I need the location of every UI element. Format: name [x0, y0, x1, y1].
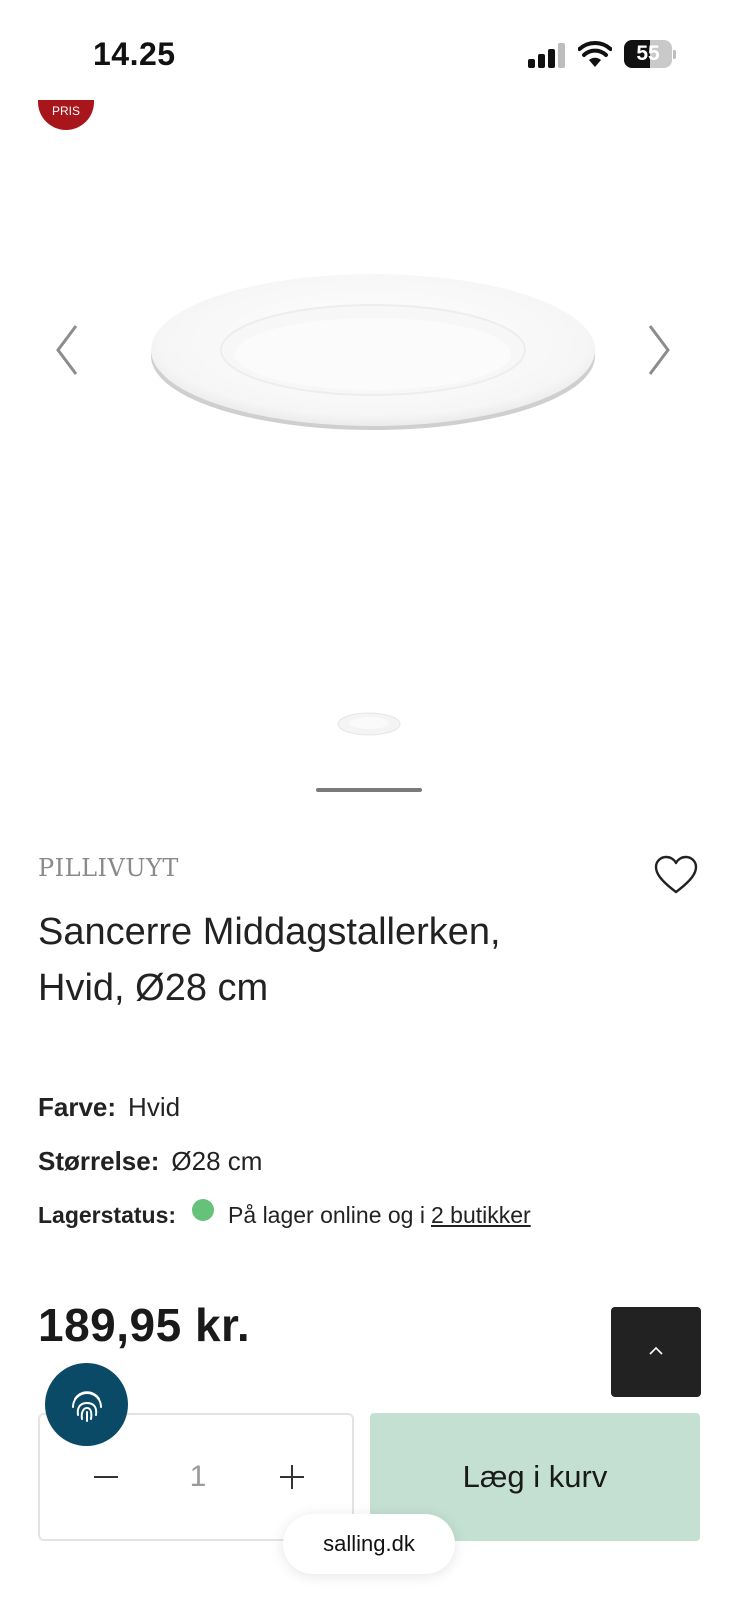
heart-icon[interactable]	[654, 855, 698, 895]
decrease-quantity-button[interactable]	[84, 1455, 128, 1499]
battery-icon: 55	[624, 40, 676, 68]
scroll-to-top-button[interactable]	[611, 1307, 701, 1397]
fingerprint-icon	[72, 1391, 102, 1422]
cellular-signal-icon	[528, 42, 566, 68]
chevron-up-icon	[649, 1346, 663, 1355]
status-time: 14.25	[93, 36, 176, 72]
wifi-icon	[578, 41, 612, 67]
spec-color-label: Farve:	[38, 1092, 117, 1122]
gallery-thumbnail[interactable]	[336, 710, 402, 738]
stock-label: Lagerstatus:	[38, 1202, 177, 1228]
increase-quantity-button[interactable]	[270, 1455, 314, 1499]
fingerprint-button[interactable]	[45, 1363, 128, 1446]
stock-text: På lager online og i	[228, 1202, 425, 1228]
price-badge-text: PRIS	[51, 104, 80, 118]
status-bar: 14.25 55	[0, 0, 738, 100]
product-price: 189,95 kr.	[38, 1299, 251, 1351]
product-title-line-1: Sancerre Middagstallerken,	[38, 911, 501, 953]
chevron-right-icon[interactable]	[638, 320, 678, 380]
product-image-gallery[interactable]	[0, 100, 738, 800]
spec-size-value: Ø28 cm	[171, 1146, 263, 1176]
product-brand[interactable]: PILLIVUYT	[38, 854, 179, 882]
product-image	[151, 274, 595, 430]
stock-status: Lagerstatus: På lager online og i 2 buti…	[38, 1198, 531, 1229]
spec-size-label: Størrelse:	[38, 1146, 160, 1176]
gallery-indicator	[316, 788, 422, 792]
battery-level: 55	[636, 42, 660, 65]
product-title: Sancerre Middagstallerken, Hvid, Ø28 cm	[38, 904, 638, 1016]
quantity-value[interactable]: 1	[170, 1455, 226, 1499]
browser-url-pill[interactable]: salling.dk	[283, 1514, 455, 1574]
spec-color-value: Hvid	[128, 1092, 181, 1122]
stores-link[interactable]: 2 butikker	[431, 1202, 531, 1229]
product-title-line-2: Hvid, Ø28 cm	[38, 967, 269, 1009]
spec-color: Farve: Hvid	[38, 1092, 180, 1123]
chevron-left-icon[interactable]	[48, 320, 88, 380]
stock-status-dot	[192, 1198, 215, 1221]
spec-size: Størrelse: Ø28 cm	[38, 1146, 262, 1177]
